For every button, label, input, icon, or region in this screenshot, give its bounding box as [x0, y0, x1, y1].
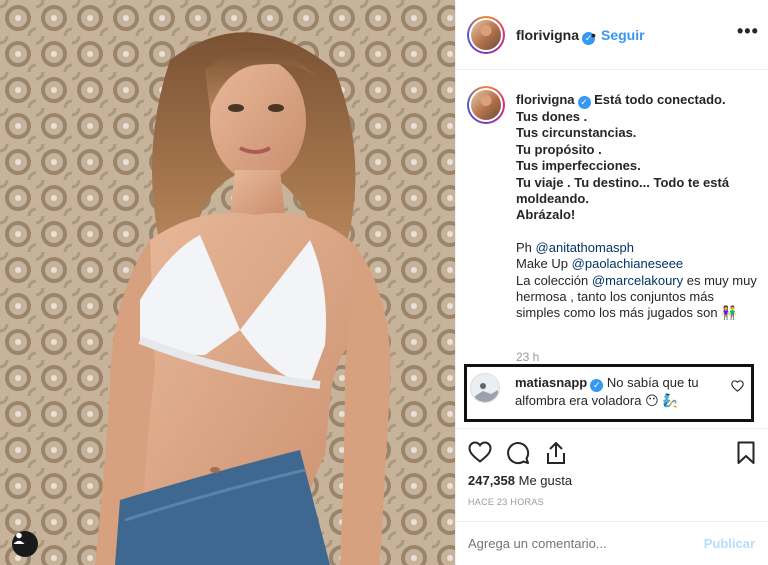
- caption-collection-text: La colección @marcelakoury es muy muy he…: [516, 272, 757, 321]
- caption-username[interactable]: florivigna: [516, 92, 575, 107]
- caption-line-1: Está todo conectado.: [594, 92, 726, 107]
- caption-timestamp[interactable]: 23 h: [516, 350, 539, 364]
- caption-line-4: Tu propósito .: [516, 141, 602, 157]
- share-icon[interactable]: [545, 441, 567, 465]
- comment-input[interactable]: [468, 536, 698, 551]
- verified-badge-icon: ✓: [577, 96, 591, 109]
- comment-form: Publicar: [455, 521, 768, 565]
- caption-line-8: Abrázalo!: [516, 207, 576, 223]
- follow-button[interactable]: Seguir: [601, 27, 645, 43]
- caption-line-3: Tus circunstancias.: [516, 125, 637, 141]
- caption-line-2: Tus dones .: [516, 109, 588, 124]
- post-actions: 247,358 Me gusta HACE 23 HORAS Publicar: [455, 428, 768, 565]
- posted-time[interactable]: HACE 23 HORAS: [468, 497, 544, 507]
- author-username[interactable]: florivigna: [516, 27, 579, 43]
- caption-line-5: Tus imperfecciones.: [516, 158, 641, 174]
- post-header: florivigna ✓ • Seguir •••: [456, 0, 768, 70]
- caption-photo-credit: Ph @anitathomasph: [516, 239, 635, 255]
- caption-makeup-credit: Make Up @paolachianeseee: [516, 256, 684, 272]
- caption-line-6: Tu viaje . Tu destino... Todo te está: [516, 174, 730, 190]
- post-photo[interactable]: [0, 0, 455, 565]
- user-tags-button[interactable]: [12, 531, 38, 557]
- likes-count[interactable]: 247,358 Me gusta: [468, 473, 572, 488]
- mention-link[interactable]: @marcelakoury: [592, 273, 683, 288]
- user-tag-icon: [13, 532, 25, 544]
- mention-link[interactable]: @anitathomasph: [536, 240, 634, 255]
- caption-line-7: moldeandо.: [516, 191, 589, 207]
- heart-icon[interactable]: [468, 441, 492, 463]
- comment-item: matiasnapp ✓ No sabía que tu alfombra era…: [515, 374, 720, 410]
- post-photo-illustration: [0, 0, 455, 565]
- comment-like-heart-icon[interactable]: [731, 380, 744, 392]
- commenter-avatar[interactable]: [470, 373, 500, 403]
- mention-link[interactable]: @paolachianeseee: [572, 256, 684, 271]
- author-avatar[interactable]: [467, 16, 505, 54]
- commenter-username[interactable]: matiasnapp: [515, 375, 587, 390]
- bookmark-icon[interactable]: [737, 441, 755, 465]
- comment-bubble-icon[interactable]: [506, 441, 530, 465]
- publish-button[interactable]: Publicar: [704, 536, 755, 551]
- verified-badge-icon: ✓: [590, 379, 604, 392]
- more-options-icon[interactable]: •••: [737, 21, 759, 42]
- caption-author-avatar[interactable]: [467, 86, 505, 124]
- follow-separator: •: [591, 27, 596, 43]
- post-caption: florivigna ✓ Está todo conectado. Tus don…: [516, 92, 761, 322]
- author-username-link[interactable]: florivigna ✓: [516, 27, 596, 45]
